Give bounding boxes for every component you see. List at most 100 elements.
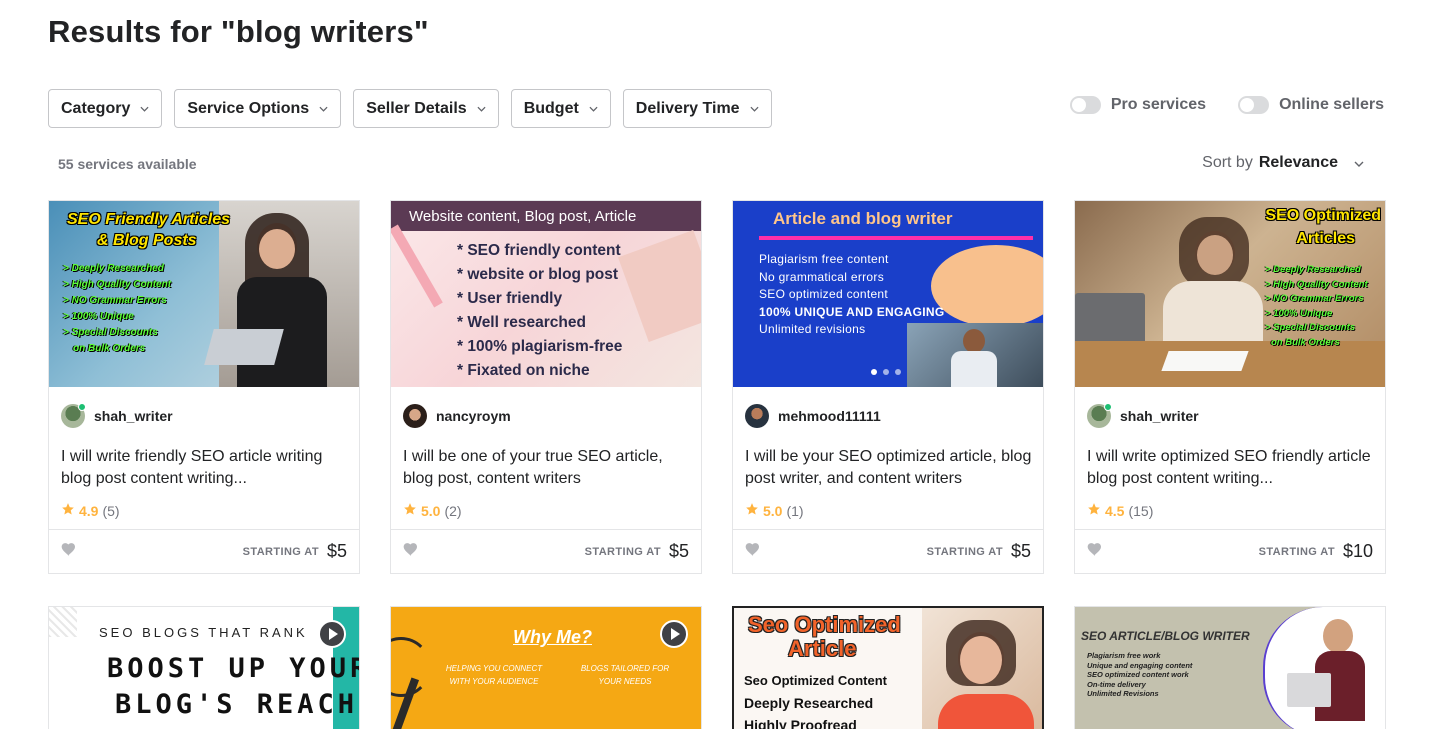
pro-services-label: Pro services (1110, 96, 1207, 113)
filter-label: Category (61, 99, 131, 117)
star-icon (403, 502, 417, 519)
thumb-heading: Why Me? (513, 627, 592, 647)
thumb-heading-2: Articles (1296, 230, 1355, 247)
carousel-dots[interactable] (871, 369, 901, 375)
rating-count: (5) (102, 502, 120, 519)
filter-label: Service Options (187, 99, 310, 117)
avatar (61, 403, 86, 428)
person-photo (204, 201, 359, 387)
heart-icon[interactable] (1087, 542, 1103, 561)
thumb-small-heading: SEO BLOGS THAT RANK (99, 625, 308, 640)
chevron-down-icon (589, 104, 598, 113)
thumb-heading: BOOST UP YOUR (107, 653, 360, 684)
heart-icon[interactable] (403, 542, 419, 561)
gig-rating: 5.0 (1) (745, 502, 804, 519)
thumb-text-right: BLOGS TAILORED FOR YOUR NEEDS (580, 664, 670, 686)
gig-thumbnail[interactable]: SEO Optimized Articles > Deeply Research… (1075, 201, 1385, 387)
filter-seller-details[interactable]: Seller Details (353, 89, 499, 128)
thumb-bullets: Seo Optimized Content Deeply Researched Hi… (744, 673, 887, 729)
online-sellers-toggle-wrap: Online sellers (1238, 96, 1384, 114)
filter-label: Seller Details (366, 99, 467, 117)
gig-thumbnail[interactable]: Website content, Blog post, Article * SE… (391, 201, 701, 387)
pro-services-toggle-wrap: Pro services (1069, 96, 1207, 114)
gig-thumbnail[interactable]: Article and blog writer Plagiarism free … (733, 201, 1043, 387)
online-sellers-toggle[interactable] (1238, 96, 1270, 114)
seller-info[interactable]: nancyroym (403, 404, 511, 428)
price-label: STARTING AT (1258, 545, 1335, 558)
rating-count: (1) (786, 502, 804, 519)
filter-delivery-time[interactable]: Delivery Time (622, 89, 772, 128)
gig-price[interactable]: STARTING AT $5 (585, 541, 689, 562)
chevron-down-icon (140, 104, 149, 113)
heart-icon[interactable] (745, 542, 761, 561)
gig-title[interactable]: I will be one of your true SEO article, … (403, 446, 693, 490)
play-icon[interactable] (318, 620, 346, 648)
star-icon (745, 502, 759, 519)
star-icon (1087, 502, 1101, 519)
gig-price[interactable]: STARTING AT $10 (1259, 541, 1373, 562)
rating-score: 5.0 (421, 502, 441, 519)
gig-card[interactable]: SEO Optimized Articles > Deeply Research… (1074, 200, 1386, 574)
gig-price[interactable]: STARTING AT $5 (927, 541, 1031, 562)
results-count: 55 services available (58, 156, 197, 172)
pencil-shape (391, 224, 443, 308)
person-photo (1263, 607, 1385, 729)
gig-card[interactable]: SEO ARTICLE/BLOG WRITER Plagiarism free … (1074, 606, 1386, 729)
gig-rating: 5.0 (2) (403, 502, 462, 519)
thumb-heading: SEO Optimized (1265, 207, 1381, 224)
rating-score: 5.0 (763, 502, 783, 519)
pro-services-toggle[interactable] (1069, 96, 1101, 114)
chevron-down-icon (750, 104, 759, 113)
filter-category[interactable]: Category (48, 89, 163, 128)
gig-rating: 4.5 (15) (1087, 502, 1153, 519)
gig-title[interactable]: I will be your SEO optimized article, bl… (745, 446, 1035, 490)
seller-info[interactable]: shah_writer (1087, 403, 1199, 428)
thumb-divider (759, 236, 1033, 240)
seller-name: shah_writer (1120, 408, 1199, 424)
thumb-bullets: > Deeply Researched > High Quality Conten… (63, 263, 172, 354)
page-title: Results for "blog writers" (48, 14, 429, 49)
gig-card[interactable]: Seo Optimized Article Seo Optimized Cont… (732, 606, 1044, 729)
price-amount: $5 (326, 541, 347, 561)
thumb-heading-2: Article (788, 636, 857, 661)
gig-title[interactable]: I will write optimized SEO friendly arti… (1087, 446, 1377, 490)
gig-grid: SEO Friendly Articles & Blog Posts > Dee… (48, 200, 1386, 729)
thumb-heading: Website content, Blog post, Article (409, 208, 637, 225)
price-amount: $5 (668, 541, 689, 561)
seller-info[interactable]: shah_writer (61, 403, 173, 428)
price-amount: $5 (1010, 541, 1031, 561)
seller-info[interactable]: mehmood11111 (745, 404, 881, 428)
gig-card[interactable]: Why Me? HELPING YOU CONNECT WITH YOUR AU… (390, 606, 702, 729)
gig-card[interactable]: SEO BLOGS THAT RANK BOOST UP YOUR BLOG'S… (48, 606, 360, 729)
star-icon (61, 502, 75, 519)
notebook-shape (618, 230, 701, 342)
gig-card[interactable]: SEO Friendly Articles & Blog Posts > Dee… (48, 200, 360, 574)
price-label: STARTING AT (926, 545, 1003, 558)
gig-card[interactable]: Website content, Blog post, Article * SE… (390, 200, 702, 574)
price-label: STARTING AT (584, 545, 661, 558)
gig-thumbnail[interactable]: SEO Friendly Articles & Blog Posts > Dee… (49, 201, 359, 387)
gig-price[interactable]: STARTING AT $5 (243, 541, 347, 562)
toggle-group: Pro services Online sellers (1069, 96, 1384, 114)
filter-service-options[interactable]: Service Options (174, 89, 342, 128)
chevron-down-icon (477, 104, 486, 113)
sort-dropdown[interactable]: Sort by Relevance (1202, 154, 1364, 172)
avatar (403, 404, 427, 428)
person-photo (922, 608, 1042, 729)
gig-card[interactable]: Article and blog writer Plagiarism free … (732, 200, 1044, 574)
gig-footer: STARTING AT $5 (733, 529, 1043, 573)
seller-name: mehmood11111 (778, 408, 881, 424)
rating-count: (15) (1128, 502, 1154, 519)
heart-icon[interactable] (61, 542, 77, 561)
thumb-bullets: * SEO friendly content * website or blog … (457, 242, 623, 379)
price-amount: $10 (1342, 541, 1373, 561)
play-icon[interactable] (660, 620, 688, 648)
thumb-heading-2: & Blog Posts (97, 232, 197, 249)
rating-score: 4.5 (1105, 502, 1125, 519)
chevron-down-icon (1354, 154, 1364, 172)
thumb-text-left: HELPING YOU CONNECT WITH YOUR AUDIENCE (445, 664, 543, 686)
gig-title[interactable]: I will write friendly SEO article writin… (61, 446, 351, 490)
online-indicator (1104, 403, 1112, 411)
filter-bar: Category Service Options Seller Details … (48, 89, 772, 128)
filter-budget[interactable]: Budget (510, 89, 611, 128)
